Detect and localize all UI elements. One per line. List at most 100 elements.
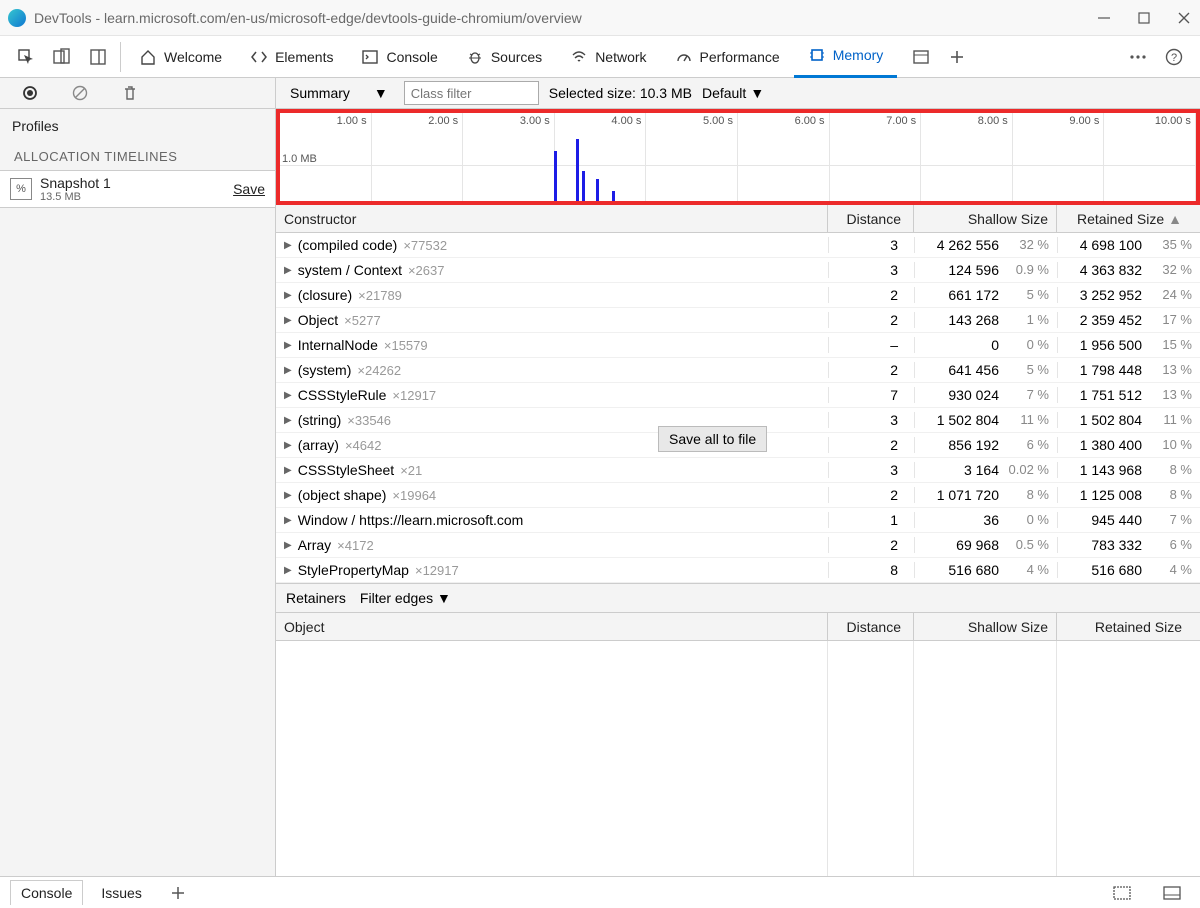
th-shallow[interactable]: Shallow Size <box>914 205 1057 232</box>
dock-icon[interactable] <box>86 45 110 69</box>
panel-icon[interactable] <box>909 45 933 69</box>
drawer-icon-1[interactable] <box>1110 881 1134 905</box>
th-shallow-2[interactable]: Shallow Size <box>914 613 1057 640</box>
expand-icon[interactable]: ▶ <box>284 490 292 501</box>
table-row[interactable]: ▶CSSStyleRule ×129177930 0247 %1 751 512… <box>276 383 1200 408</box>
expand-icon[interactable]: ▶ <box>284 515 292 526</box>
shallow-size: 69 968 <box>956 537 999 553</box>
table-row[interactable]: ▶(object shape) ×1996421 071 7208 %1 125… <box>276 483 1200 508</box>
snapshot-size: 13.5 MB <box>40 191 233 203</box>
th-retained[interactable]: Retained Size▲ <box>1057 205 1200 232</box>
bug-icon <box>466 48 484 66</box>
tab-memory[interactable]: Memory <box>794 36 898 78</box>
tab-network[interactable]: Network <box>556 36 660 78</box>
close-button[interactable] <box>1176 10 1192 26</box>
more-icon[interactable] <box>1126 45 1150 69</box>
main-toolbar: Welcome Elements Console Sources Network… <box>0 36 1200 78</box>
expand-icon[interactable]: ▶ <box>284 390 292 401</box>
save-link[interactable]: Save <box>233 181 265 197</box>
instance-count: ×12917 <box>415 563 459 578</box>
retained-pct: 15 % <box>1150 337 1192 353</box>
drawer-tab-console[interactable]: Console <box>10 880 83 905</box>
shallow-pct: 0.02 % <box>1007 462 1049 478</box>
tab-performance[interactable]: Performance <box>661 36 794 78</box>
window-title: DevTools - learn.microsoft.com/en-us/mic… <box>34 10 1096 26</box>
shallow-size: 36 <box>983 512 999 528</box>
expand-icon[interactable]: ▶ <box>284 365 292 376</box>
tab-welcome[interactable]: Welcome <box>125 36 236 78</box>
instance-count: ×21 <box>400 463 422 478</box>
time-tick: 3.00 s <box>463 113 555 201</box>
distance-cell: 2 <box>828 487 914 503</box>
table-row[interactable]: ▶Array ×4172269 9680.5 %783 3326 % <box>276 533 1200 558</box>
device-icon[interactable] <box>50 45 74 69</box>
shallow-pct: 8 % <box>1007 487 1049 503</box>
instance-count: ×4172 <box>337 538 374 553</box>
retainers-bar: Retainers Filter edges ▼ <box>276 583 1200 613</box>
th-distance[interactable]: Distance <box>828 205 914 232</box>
tab-elements[interactable]: Elements <box>236 36 347 78</box>
th-object[interactable]: Object <box>276 613 828 640</box>
help-icon[interactable]: ? <box>1162 45 1186 69</box>
shallow-size: 1 071 720 <box>937 487 999 503</box>
drawer-icon-2[interactable] <box>1160 881 1184 905</box>
expand-icon[interactable]: ▶ <box>284 240 292 251</box>
table-row[interactable]: ▶system / Context ×26373124 5960.9 %4 36… <box>276 258 1200 283</box>
allocation-timeline[interactable]: 1.00 s2.00 s3.00 s4.00 s5.00 s6.00 s7.00… <box>276 109 1200 205</box>
inspect-icon[interactable] <box>14 45 38 69</box>
minimize-button[interactable] <box>1096 10 1112 26</box>
expand-icon[interactable]: ▶ <box>284 540 292 551</box>
summary-dropdown[interactable]: Summary▼ <box>284 83 394 103</box>
time-tick: 9.00 s <box>1013 113 1105 201</box>
table-row[interactable]: ▶Window / https://learn.microsoft.com136… <box>276 508 1200 533</box>
table-row[interactable]: ▶(closure) ×217892661 1725 %3 252 95224 … <box>276 283 1200 308</box>
distance-cell: 2 <box>828 537 914 553</box>
retained-pct: 4 % <box>1150 562 1192 578</box>
retained-pct: 13 % <box>1150 362 1192 378</box>
shallow-size: 3 164 <box>964 462 999 478</box>
shallow-pct: 5 % <box>1007 287 1049 303</box>
expand-icon[interactable]: ▶ <box>284 315 292 326</box>
default-dropdown[interactable]: Default▼ <box>702 85 764 101</box>
maximize-button[interactable] <box>1136 10 1152 26</box>
th-constructor[interactable]: Constructor <box>276 205 828 232</box>
table-row[interactable]: ▶(string) ×3354631 502 80411 %1 502 8041… <box>276 408 1200 433</box>
record-button[interactable] <box>18 81 42 105</box>
table-row[interactable]: ▶(system) ×242622641 4565 %1 798 44813 % <box>276 358 1200 383</box>
th-distance-2[interactable]: Distance <box>828 613 914 640</box>
drawer-tab-issues[interactable]: Issues <box>91 881 151 905</box>
expand-icon[interactable]: ▶ <box>284 290 292 301</box>
mb-axis-label: 1.0 MB <box>282 153 317 165</box>
wifi-icon <box>570 48 588 66</box>
tab-sources[interactable]: Sources <box>452 36 556 78</box>
constructor-name: CSSStyleSheet <box>298 462 395 478</box>
expand-icon[interactable]: ▶ <box>284 440 292 451</box>
clear-icon[interactable] <box>68 81 92 105</box>
tab-console[interactable]: Console <box>347 36 451 78</box>
table-row[interactable]: ▶StylePropertyMap ×129178516 6804 %516 6… <box>276 558 1200 583</box>
expand-icon[interactable]: ▶ <box>284 465 292 476</box>
table-row[interactable]: ▶Object ×52772143 2681 %2 359 45217 % <box>276 308 1200 333</box>
expand-icon[interactable]: ▶ <box>284 265 292 276</box>
expand-icon[interactable]: ▶ <box>284 565 292 576</box>
filter-edges-dropdown[interactable]: Filter edges ▼ <box>360 590 451 606</box>
table-row[interactable]: ▶CSSStyleSheet ×2133 1640.02 %1 143 9688… <box>276 458 1200 483</box>
retained-pct: 32 % <box>1150 262 1192 278</box>
add-tab-button[interactable] <box>945 45 969 69</box>
th-retained-2[interactable]: Retained Size <box>1057 613 1200 640</box>
retained-size: 945 440 <box>1091 512 1142 528</box>
shallow-pct: 7 % <box>1007 387 1049 403</box>
time-tick: 2.00 s <box>372 113 464 201</box>
retained-size: 2 359 452 <box>1080 312 1142 328</box>
time-tick: 7.00 s <box>830 113 922 201</box>
trash-icon[interactable] <box>118 81 142 105</box>
table-row[interactable]: ▶(compiled code) ×7753234 262 55632 %4 6… <box>276 233 1200 258</box>
table-row[interactable]: ▶(array) ×46422856 1926 %1 380 40010 % <box>276 433 1200 458</box>
table-row[interactable]: ▶InternalNode ×15579–00 %1 956 50015 % <box>276 333 1200 358</box>
retained-size: 783 332 <box>1091 537 1142 553</box>
class-filter-input[interactable] <box>404 81 539 105</box>
snapshot-item[interactable]: % Snapshot 1 13.5 MB Save <box>0 170 275 208</box>
add-drawer-tab[interactable] <box>166 881 190 905</box>
expand-icon[interactable]: ▶ <box>284 415 292 426</box>
expand-icon[interactable]: ▶ <box>284 340 292 351</box>
